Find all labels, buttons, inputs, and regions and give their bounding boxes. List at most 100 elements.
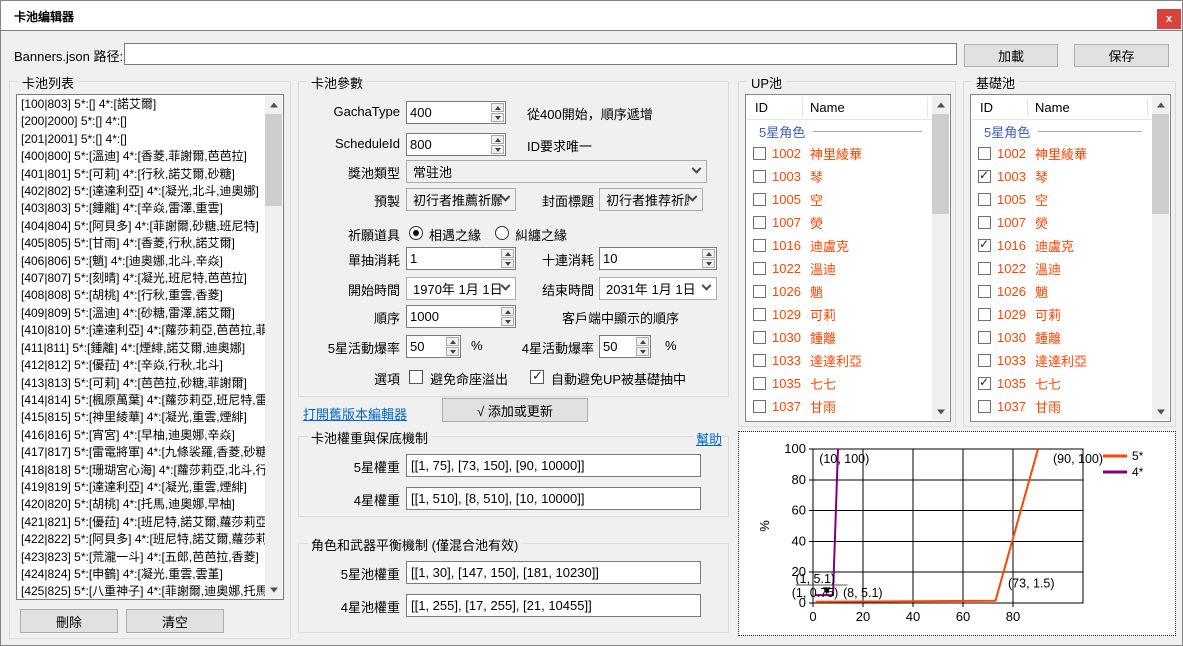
pool-item-checkbox[interactable]: [978, 400, 991, 413]
pool-item-checkbox[interactable]: [753, 285, 766, 298]
spin-down-icon[interactable]: [491, 145, 504, 154]
pool-list-item[interactable]: [410|810] 5*:[達達利亞] 4*:[蘿莎莉亞,芭芭拉,菲謝爾]: [18, 322, 265, 339]
pool-list-item[interactable]: [201|2001] 5*:[] 4*:[]: [18, 131, 265, 148]
pool-item-checkbox[interactable]: [753, 147, 766, 160]
end-time-picker[interactable]: 2031年 1月 1日: [599, 277, 717, 300]
scroll-up-icon[interactable]: [1152, 96, 1169, 113]
ten-cost-value[interactable]: [600, 248, 701, 269]
pool-item-checkbox[interactable]: [753, 354, 766, 367]
spin-up-icon[interactable]: [702, 249, 715, 258]
pool-item-checkbox[interactable]: [978, 331, 991, 344]
pool-item-checkbox[interactable]: [978, 239, 991, 252]
single-cost-value[interactable]: [407, 248, 500, 269]
pool-list-item[interactable]: [421|821] 5*:[優菈] 4*:[班尼特,諾艾爾,蘿莎莉亞]: [18, 514, 265, 531]
pool-list-item[interactable]: [419|819] 5*:[達達利亞] 4*:[凝光,重雲,煙緋]: [18, 479, 265, 496]
pool-item-checkbox[interactable]: [978, 147, 991, 160]
pool-item-checkbox[interactable]: [978, 354, 991, 367]
pool-list-item[interactable]: [402|802] 5*:[達達利亞] 4*:[凝光,北斗,迪奧娜]: [18, 183, 265, 200]
pool-list-scrollbar[interactable]: [265, 96, 282, 598]
rate5-spinner[interactable]: [445, 336, 460, 357]
pool-weight5-input[interactable]: [406, 561, 701, 584]
pool-list-item[interactable]: [411|811] 5*:[鍾離] 4*:[煙緋,諾艾爾,迪奧娜]: [18, 340, 265, 357]
rate4-spinner[interactable]: [635, 336, 650, 357]
pool-list-item[interactable]: [409|809] 5*:[溫迪] 4*:[砂糖,雷澤,諾艾爾]: [18, 305, 265, 322]
schedule-id-spinner[interactable]: [490, 134, 505, 155]
scrollbar-thumb[interactable]: [932, 114, 949, 214]
scroll-up-icon[interactable]: [932, 96, 949, 113]
gacha-type-spinner[interactable]: [490, 102, 505, 123]
pool-list-item[interactable]: [422|822] 5*:[阿貝多] 4*:[班尼特,諾艾爾,蘿莎莉亞]: [18, 531, 265, 548]
gacha-type-value[interactable]: [407, 102, 490, 123]
pool-type-select[interactable]: 常驻池: [406, 160, 707, 183]
spin-up-icon[interactable]: [491, 103, 504, 112]
wish-radio-2[interactable]: [495, 226, 509, 240]
path-input[interactable]: [124, 43, 957, 65]
pool-item-checkbox[interactable]: [753, 331, 766, 344]
pool-list-item[interactable]: [400|800] 5*:[溫迪] 4*:[香菱,菲謝爾,芭芭拉]: [18, 148, 265, 165]
base-pool-list[interactable]: ID Name 5星角色 1002神里綾華1003琴1005空1007熒1016…: [970, 94, 1171, 422]
pool-item-checkbox[interactable]: [978, 377, 991, 390]
spin-down-icon[interactable]: [446, 347, 459, 356]
base-pool-scrollbar[interactable]: [1152, 96, 1169, 420]
pool-list-item[interactable]: [404|804] 5*:[阿貝多] 4*:[菲謝爾,砂糖,班尼特]: [18, 218, 265, 235]
pool-list-item[interactable]: [416|816] 5*:[宵宮] 4*:[早柚,迪奧娜,辛焱]: [18, 427, 265, 444]
pool-list-item[interactable]: [403|803] 5*:[鍾離] 4*:[辛焱,雷澤,重雲]: [18, 200, 265, 217]
help-link[interactable]: 幫助: [694, 429, 724, 448]
spin-down-icon[interactable]: [702, 259, 715, 268]
pool-list-item[interactable]: [424|824] 5*:[申鶴] 4*:[凝光,重雲,雲堇]: [18, 566, 265, 583]
spin-up-icon[interactable]: [491, 135, 504, 144]
pool-list-item[interactable]: [406|806] 5*:[魈] 4*:[迪奧娜,北斗,辛焱]: [18, 253, 265, 270]
pool-item-checkbox[interactable]: [978, 262, 991, 275]
pool-item-checkbox[interactable]: [753, 239, 766, 252]
pool-item-checkbox[interactable]: [753, 216, 766, 229]
delete-button[interactable]: 刪除: [20, 609, 118, 633]
old-editor-link[interactable]: 打開舊版本編輯器: [303, 404, 407, 423]
rate5-value[interactable]: [407, 336, 445, 357]
spin-down-icon[interactable]: [491, 113, 504, 122]
scroll-down-icon[interactable]: [265, 581, 282, 598]
auto-avoid-up-checkbox[interactable]: [530, 370, 544, 384]
rate4-input[interactable]: [599, 335, 651, 358]
pool-list-item[interactable]: [401|801] 5*:[可莉] 4*:[行秋,諾艾爾,砂糖]: [18, 166, 265, 183]
spin-up-icon[interactable]: [446, 337, 459, 346]
pool-list-item[interactable]: [414|814] 5*:[楓原萬葉] 4*:[蘿莎莉亞,班尼特,雷澤]: [18, 392, 265, 409]
ten-cost-spinner[interactable]: [701, 248, 716, 269]
pool-weight4-input[interactable]: [406, 594, 701, 617]
pool-list-item[interactable]: [423|823] 5*:[荒瀧一斗] 4*:[五郎,芭芭拉,香菱]: [18, 549, 265, 566]
pool-list-item[interactable]: [418|818] 5*:[珊瑚宮心海] 4*:[蘿莎莉亞,北斗,行秋]: [18, 462, 265, 479]
pool-item-checkbox[interactable]: [753, 262, 766, 275]
save-button[interactable]: 保存: [1074, 44, 1169, 67]
pool-item-checkbox[interactable]: [753, 400, 766, 413]
pool-list-item[interactable]: [425|825] 5*:[八重神子] 4*:[菲謝爾,迪奧娜,托馬]: [18, 583, 265, 598]
pool-list-item[interactable]: [405|805] 5*:[甘雨] 4*:[香菱,行秋,諾艾爾]: [18, 235, 265, 252]
up-pool-list[interactable]: ID Name 5星角色 1002神里綾華1003琴1005空1007熒1016…: [745, 94, 951, 422]
pool-list-item[interactable]: [415|815] 5*:[神里綾華] 4*:[凝光,重雲,煙緋]: [18, 409, 265, 426]
schedule-id-value[interactable]: [407, 134, 490, 155]
pool-item-checkbox[interactable]: [753, 377, 766, 390]
order-value[interactable]: [407, 306, 500, 327]
pool-item-checkbox[interactable]: [978, 216, 991, 229]
wish-radio-1[interactable]: [409, 226, 423, 240]
scrollbar-thumb[interactable]: [1152, 114, 1169, 214]
pool-list-item[interactable]: [100|803] 5*:[] 4*:[諾艾爾]: [18, 96, 265, 113]
spin-down-icon[interactable]: [501, 317, 514, 326]
cover-title-select[interactable]: 初行者推荐祈愿: [599, 188, 703, 211]
spin-down-icon[interactable]: [636, 347, 649, 356]
add-update-button[interactable]: √ 添加或更新: [442, 398, 588, 422]
schedule-id-input[interactable]: [406, 133, 506, 156]
scroll-down-icon[interactable]: [1152, 403, 1169, 420]
pool-item-checkbox[interactable]: [978, 193, 991, 206]
pool-item-checkbox[interactable]: [753, 308, 766, 321]
pool-list-item[interactable]: [407|807] 5*:[刻晴] 4*:[凝光,班尼特,芭芭拉]: [18, 270, 265, 287]
pool-list-item[interactable]: [412|812] 5*:[優菈] 4*:[辛焱,行秋,北斗]: [18, 357, 265, 374]
rate5-input[interactable]: [406, 335, 461, 358]
weight5-input[interactable]: [406, 454, 701, 477]
pool-list-item[interactable]: [413|813] 5*:[可莉] 4*:[芭芭拉,砂糖,菲謝爾]: [18, 375, 265, 392]
spin-up-icon[interactable]: [501, 307, 514, 316]
pool-item-checkbox[interactable]: [978, 308, 991, 321]
avoid-constellation-checkbox[interactable]: [409, 370, 423, 384]
pool-listbox[interactable]: [100|803] 5*:[] 4*:[諾艾爾][200|2000] 5*:[]…: [16, 94, 284, 600]
pool-list-item[interactable]: [408|808] 5*:[胡桃] 4*:[行秋,重雲,香菱]: [18, 287, 265, 304]
weight4-input[interactable]: [406, 487, 701, 510]
pool-item-checkbox[interactable]: [753, 193, 766, 206]
